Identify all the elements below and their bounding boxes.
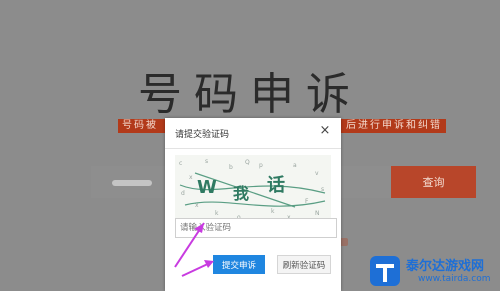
svg-text:d: d [181, 190, 185, 197]
submit-appeal-button[interactable]: 提交申诉 [213, 255, 265, 274]
svg-text:v: v [315, 170, 319, 177]
captcha-image[interactable]: cxs Qav dxk okx Fsb Np W 我 话 [175, 155, 331, 223]
query-button[interactable]: 查询 [391, 166, 476, 198]
close-icon[interactable]: × [318, 124, 332, 138]
svg-text:我: 我 [233, 184, 249, 203]
svg-text:x: x [189, 174, 193, 181]
captcha-graphic: cxs Qav dxk okx Fsb Np W 我 话 [175, 155, 331, 223]
svg-text:s: s [205, 158, 208, 165]
watermark-logo-icon [370, 256, 400, 286]
refresh-captcha-button[interactable]: 刷新验证码 [277, 255, 331, 274]
banner-text-right: 后进行申诉和纠错 [346, 120, 442, 131]
svg-text:k: k [271, 208, 275, 215]
page-title: 号码申诉 [138, 69, 362, 120]
svg-text:c: c [179, 160, 182, 167]
blurred-number [112, 180, 152, 186]
dialog-title: 请提交验证码 [175, 130, 230, 140]
decorative-mark [340, 238, 348, 246]
svg-text:Q: Q [245, 159, 250, 166]
svg-text:p: p [259, 162, 263, 169]
svg-text:a: a [293, 162, 297, 169]
svg-text:话: 话 [267, 174, 285, 196]
svg-text:N: N [315, 210, 320, 217]
watermark-name: 泰尔达游戏网 [406, 259, 485, 274]
dialog-header: 请提交验证码 × [165, 118, 341, 149]
watermark-url: www.tairda.com [418, 274, 491, 284]
svg-text:k: k [215, 210, 219, 217]
site-watermark: 泰尔达游戏网 www.tairda.com [368, 252, 500, 291]
captcha-dialog: 请提交验证码 × cxs Qav dxk okx Fsb Np W 我 话 [165, 118, 341, 291]
svg-text:W: W [197, 177, 217, 198]
captcha-input[interactable] [175, 218, 337, 238]
banner-text-left: 号码被 [122, 120, 158, 131]
svg-text:b: b [229, 164, 233, 171]
